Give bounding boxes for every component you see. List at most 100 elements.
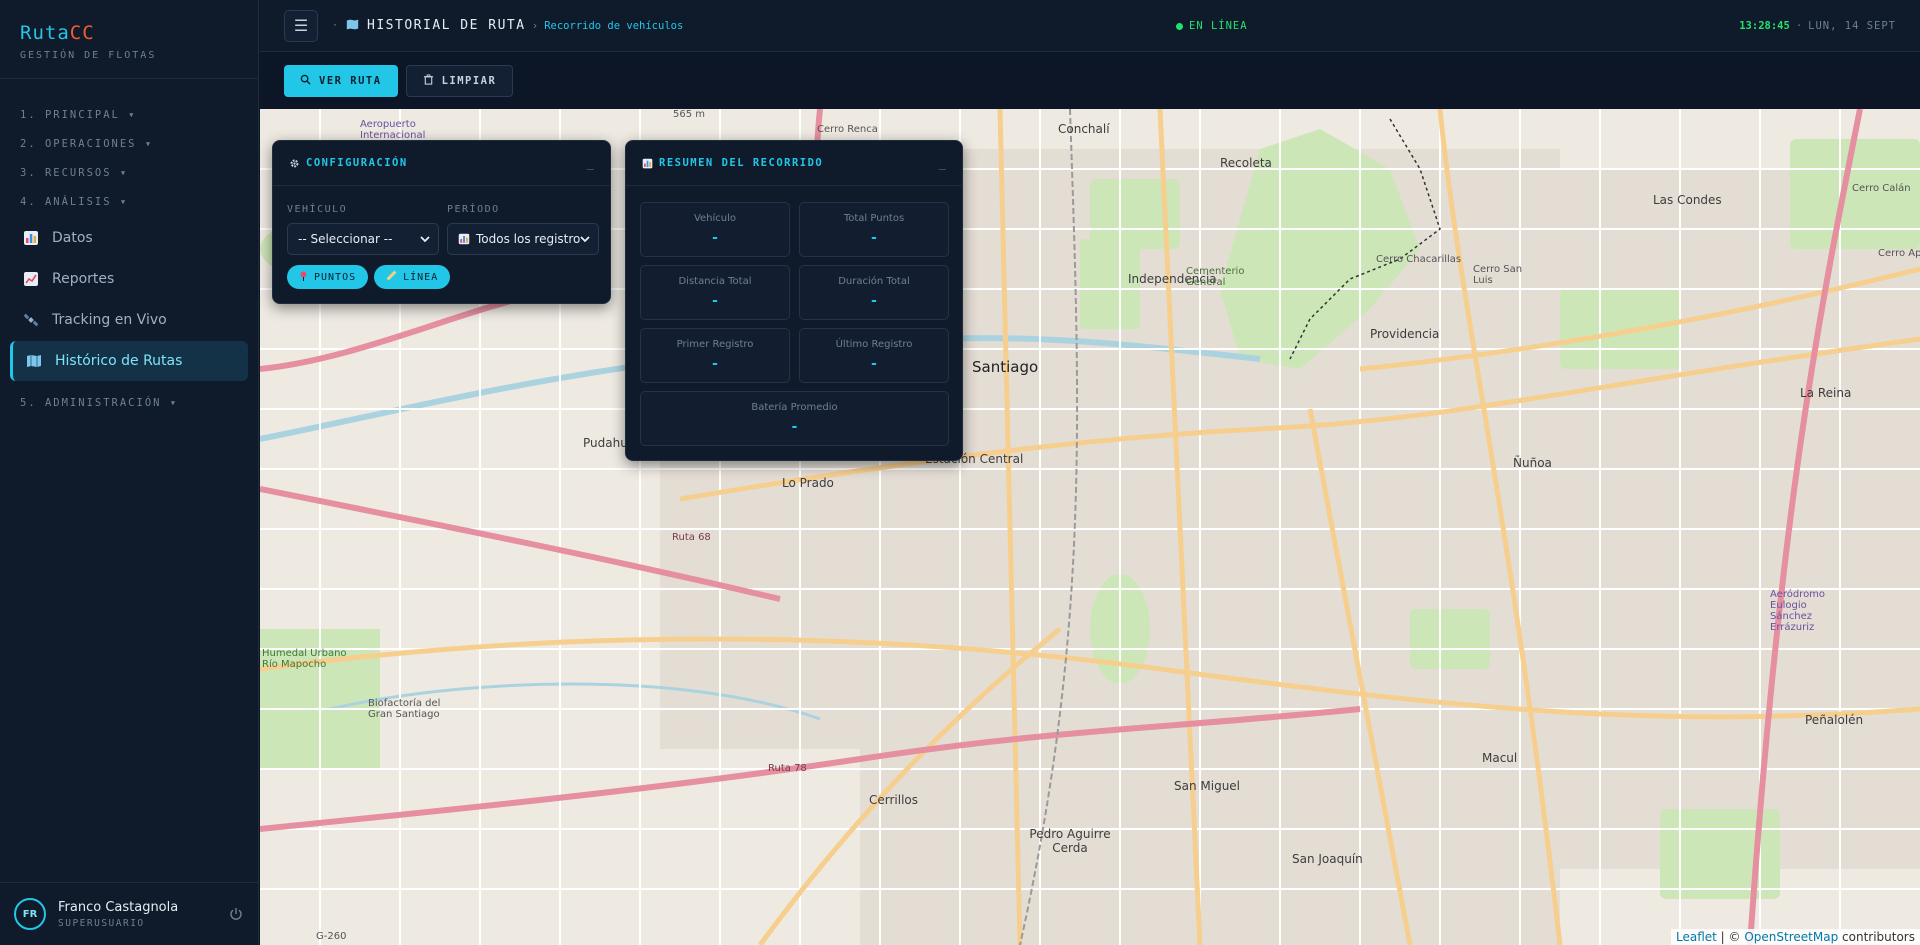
stat-value: - [710, 293, 720, 309]
map-label-lo-prado: Lo Prado [782, 476, 834, 490]
breadcrumb-separator: › [531, 19, 539, 32]
stat-total-distance: Distancia Total - [640, 265, 790, 320]
map-label-ruta78: Ruta 78 [768, 763, 807, 774]
map-label-elevation: 565 m [673, 109, 706, 120]
vehicle-select-value: -- Seleccionar -- [298, 232, 393, 246]
map-label-nunoa: Ñuñoa [1513, 456, 1552, 470]
stat-value: - [869, 230, 879, 246]
period-select-value: Todos los registros [476, 232, 587, 246]
stat-label: Vehículo [693, 213, 737, 224]
map-label-ruta68: Ruta 68 [672, 532, 711, 543]
map-label-biofactoria: Biofactoría del Gran Santiago [368, 698, 441, 720]
bar-chart-icon [458, 233, 470, 245]
map-label-cerro-calan: Cerro Calán [1852, 183, 1911, 194]
map-label-pedro-aguirre-cerda: Pedro Aguirre Cerda [1029, 827, 1111, 855]
menu-toggle-button[interactable]: ☰ [284, 9, 318, 42]
stat-total-duration: Duración Total - [799, 265, 949, 320]
points-mode-button[interactable]: PUNTOS [287, 265, 369, 289]
summary-panel: RESUMEN DEL RECORRIDO _ Vehículo - Total… [625, 140, 963, 461]
stat-value: - [790, 419, 799, 435]
stat-label: Primer Registro [676, 339, 754, 350]
stat-value: - [869, 356, 879, 372]
brand: RutaCC GESTIÓN DE FLOTAS [0, 0, 258, 79]
sidebar: RutaCC GESTIÓN DE FLOTAS 1. PRINCIPAL ▾ … [0, 0, 259, 945]
sidebar-item-label: Histórico de Rutas [55, 353, 183, 369]
pin-icon [299, 271, 308, 284]
clock-separator: · [1795, 20, 1803, 32]
power-icon[interactable] [229, 906, 245, 922]
map-label-san-miguel: San Miguel [1174, 779, 1241, 793]
nav-section-administracion[interactable]: 5. ADMINISTRACIÓN ▾ [0, 389, 258, 418]
hamburger-icon: ☰ [293, 16, 309, 35]
page-title: HISTORIAL DE RUTA [367, 18, 526, 33]
sidebar-item-datos[interactable]: Datos [10, 218, 248, 258]
gear-icon [289, 154, 300, 173]
avatar[interactable]: FR [14, 898, 46, 930]
clear-label: LIMPIAR [441, 75, 497, 87]
map-book-icon [346, 16, 359, 35]
stat-label: Batería Promedio [751, 402, 838, 413]
view-route-label: VER RUTA [319, 75, 382, 87]
osm-link[interactable]: OpenStreetMap [1744, 930, 1838, 944]
ruler-icon [386, 270, 397, 284]
summary-minimize-button[interactable]: _ [939, 156, 946, 170]
map-label-humedal: Humedal Urbano Río Mapocho [262, 648, 347, 670]
clear-button[interactable]: LIMPIAR [405, 65, 514, 97]
config-panel-header: CONFIGURACIÓN _ [273, 141, 610, 186]
stat-last-record: Último Registro - [799, 328, 949, 383]
config-minimize-button[interactable]: _ [587, 156, 594, 170]
toolbar: VER RUTA LIMPIAR [260, 53, 1920, 109]
clock: 13:28:45 · LUN, 14 SEPT [1739, 20, 1896, 32]
sidebar-item-label: Tracking en Vivo [52, 312, 167, 328]
map-label-san-joaquin: San Joaquín [1292, 852, 1363, 866]
nav-section-recursos[interactable]: 3. RECURSOS ▾ [0, 159, 258, 188]
period-label: PERÍODO [447, 204, 500, 215]
vehicle-select[interactable]: -- Seleccionar -- [287, 223, 439, 255]
nav-section-principal[interactable]: 1. PRINCIPAL ▾ [0, 101, 258, 130]
stat-battery-average: Batería Promedio - [640, 391, 949, 446]
clock-date: LUN, 14 SEPT [1808, 20, 1896, 32]
sidebar-item-label: Reportes [52, 271, 115, 287]
nav-section-operaciones[interactable]: 2. OPERACIONES ▾ [0, 130, 258, 159]
leaflet-link[interactable]: Leaflet [1676, 930, 1717, 944]
satellite-icon [22, 311, 40, 329]
sidebar-item-historico-rutas[interactable]: Histórico de Rutas [10, 341, 248, 381]
sidebar-item-tracking[interactable]: Tracking en Vivo [10, 300, 248, 340]
vehicle-label: VEHÍCULO [287, 204, 348, 215]
stat-label: Total Puntos [843, 213, 905, 224]
period-select[interactable]: Todos los registros [447, 223, 599, 255]
map-label-cerro-san-luis: Cerro San Luis [1473, 264, 1523, 286]
summary-panel-title: RESUMEN DEL RECORRIDO [659, 157, 824, 169]
map-book-icon [25, 352, 43, 370]
map-label-santiago: Santiago [972, 358, 1039, 376]
search-icon [300, 74, 311, 88]
map-attribution: Leaflet | © OpenStreetMap contributors [1671, 929, 1920, 945]
brand-name-part-a: Ruta [20, 22, 70, 44]
line-mode-button[interactable]: LÍNEA [374, 265, 451, 289]
stat-total-points: Total Puntos - [799, 202, 949, 257]
map-label-providencia: Providencia [1370, 327, 1440, 341]
attribution-separator: | © [1716, 930, 1745, 944]
view-route-button[interactable]: VER RUTA [284, 65, 398, 97]
bar-chart-icon [642, 158, 653, 169]
sidebar-nav: 1. PRINCIPAL ▾ 2. OPERACIONES ▾ 3. RECUR… [0, 79, 258, 418]
nav-section-analisis[interactable]: 4. ANÁLISIS ▾ [0, 188, 258, 217]
stat-label: Duración Total [838, 276, 910, 287]
display-mode-group: PUNTOS LÍNEA [287, 265, 451, 289]
status-dot-icon [1176, 22, 1183, 30]
stat-label: Distancia Total [678, 276, 752, 287]
attribution-tail: contributors [1838, 930, 1915, 944]
summary-panel-header: RESUMEN DEL RECORRIDO _ [626, 141, 962, 186]
brand-logo[interactable]: RutaCC [20, 22, 238, 44]
status-text: EN LÍNEA [1189, 20, 1248, 32]
map-label-aeropuerto: Aeropuerto Internacional [360, 119, 426, 141]
map-label-aerodromo: Aeródromo Eulogio Sánchez Errázuriz [1770, 589, 1826, 633]
stat-value: - [710, 230, 720, 246]
map-label-g260: G-260 [316, 931, 347, 942]
sidebar-item-label: Datos [52, 230, 93, 246]
trend-chart-icon [22, 270, 40, 288]
sidebar-item-reportes[interactable]: Reportes [10, 259, 248, 299]
map-label-cementerio: Cementerio General [1186, 266, 1245, 288]
user-card: FR Franco Castagnola SUPERUSUARIO [0, 882, 259, 945]
map-label-cerrillos: Cerrillos [869, 793, 919, 807]
